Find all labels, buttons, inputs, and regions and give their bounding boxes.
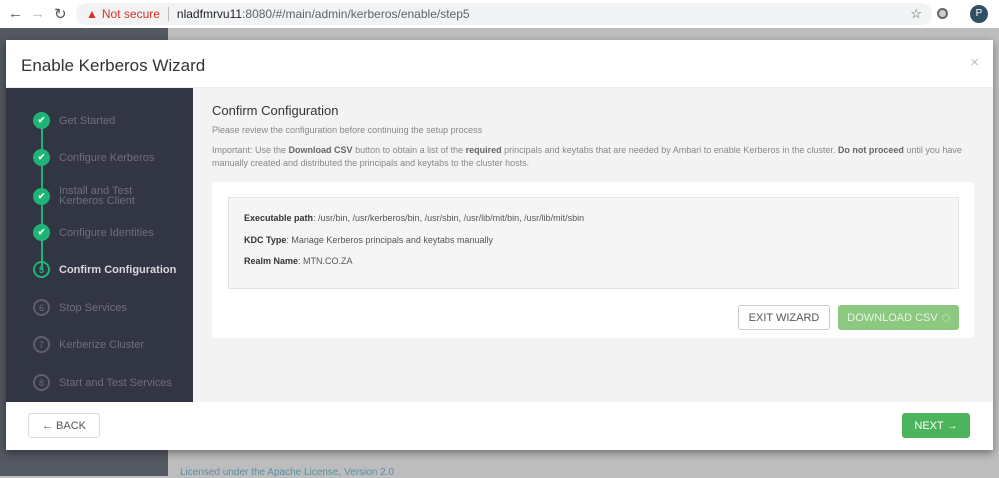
profile-avatar[interactable]: P [970,5,988,23]
next-button[interactable]: NEXT → [902,413,970,438]
important-note: Important: Use the Download CSV button t… [212,145,962,168]
license-link[interactable]: Licensed under the Apache License, Versi… [180,467,394,478]
wizard-modal: Enable Kerberos Wizard × ✔ Get Started ✔ C… [6,40,993,450]
step-number: 6 [33,299,50,316]
check-icon: ✔ [33,112,50,129]
step-label: Configure Kerberos [59,151,155,164]
bookmark-star-icon[interactable]: ☆ [910,6,922,22]
reload-button[interactable]: ↻ [54,5,67,23]
step-number: 8 [33,374,50,391]
step-label: Kerberize Cluster [59,338,144,351]
step-configure-identities[interactable]: ✔ Configure Identities [33,224,154,241]
back-nav-button[interactable]: ← [8,5,23,22]
step-start-test-services: 8 Start and Test Services [33,374,172,391]
back-button[interactable]: ← BACK [28,413,100,438]
step-label: Stop Services [59,301,127,314]
step-content: Confirm Configuration Please review the … [193,88,993,402]
extension-icon[interactable] [937,8,948,19]
config-card: Executable path: /usr/bin, /usr/kerberos… [212,182,974,338]
url-path: :8080/#/main/admin/kerberos/enable/step5 [242,7,470,21]
close-icon[interactable]: × [970,54,979,71]
forward-nav-button[interactable]: → [30,5,45,22]
step-kerberize-cluster: 7 Kerberize Cluster [33,336,144,353]
warning-icon: ▲ [86,7,98,21]
step-number: 7 [33,336,50,353]
check-icon: ✔ [33,224,50,241]
address-bar[interactable]: ▲ Not secure nladfmrvu11:8080/#/main/adm… [76,3,932,25]
check-icon: ✔ [33,149,50,166]
executable-path: Executable path: /usr/bin, /usr/kerberos… [244,213,585,223]
step-stop-services: 6 Stop Services [33,299,127,316]
realm-name: Realm Name: MTN.CO.ZA [244,256,353,266]
kdc-type: KDC Type: Manage Kerberos principals and… [244,235,493,245]
step-label: Get Started [59,114,116,127]
step-subtitle: Please review the configuration before c… [212,125,483,135]
step-confirm-configuration[interactable]: 5 Confirm Configuration [33,261,176,278]
step-label: Install and Test Kerberos Client [59,185,135,207]
divider [167,7,169,21]
not-secure-label[interactable]: Not secure [102,7,160,21]
download-csv-button[interactable]: DOWNLOAD CSV [838,305,959,330]
step-configure-kerberos[interactable]: ✔ Configure Kerberos [33,149,154,166]
step-label: Confirm Configuration [59,263,177,276]
modal-title: Enable Kerberos Wizard [21,56,206,75]
step-label: Configure Identities [59,226,154,239]
step-label: Start and Test Services [59,376,172,389]
step-get-started[interactable]: ✔ Get Started [33,112,115,129]
step-number: 5 [33,261,50,278]
browser-toolbar: ← → ↻ ▲ Not secure nladfmrvu11:8080/#/ma… [0,0,999,28]
url-host: nladfmrvu11 [176,7,243,21]
step-install-test-client[interactable]: ✔ Install and Test Kerberos Client [33,185,149,207]
modal-header: Enable Kerberos Wizard × [6,40,993,88]
exit-wizard-button[interactable]: EXIT WIZARD [738,305,830,330]
spinner-icon [941,313,950,322]
wizard-steps: ✔ Get Started ✔ Configure Kerberos ✔ Instal… [6,88,193,402]
config-summary: Executable path: /usr/bin, /usr/kerberos… [228,197,959,289]
step-heading: Confirm Configuration [212,103,339,118]
check-icon: ✔ [33,187,50,205]
